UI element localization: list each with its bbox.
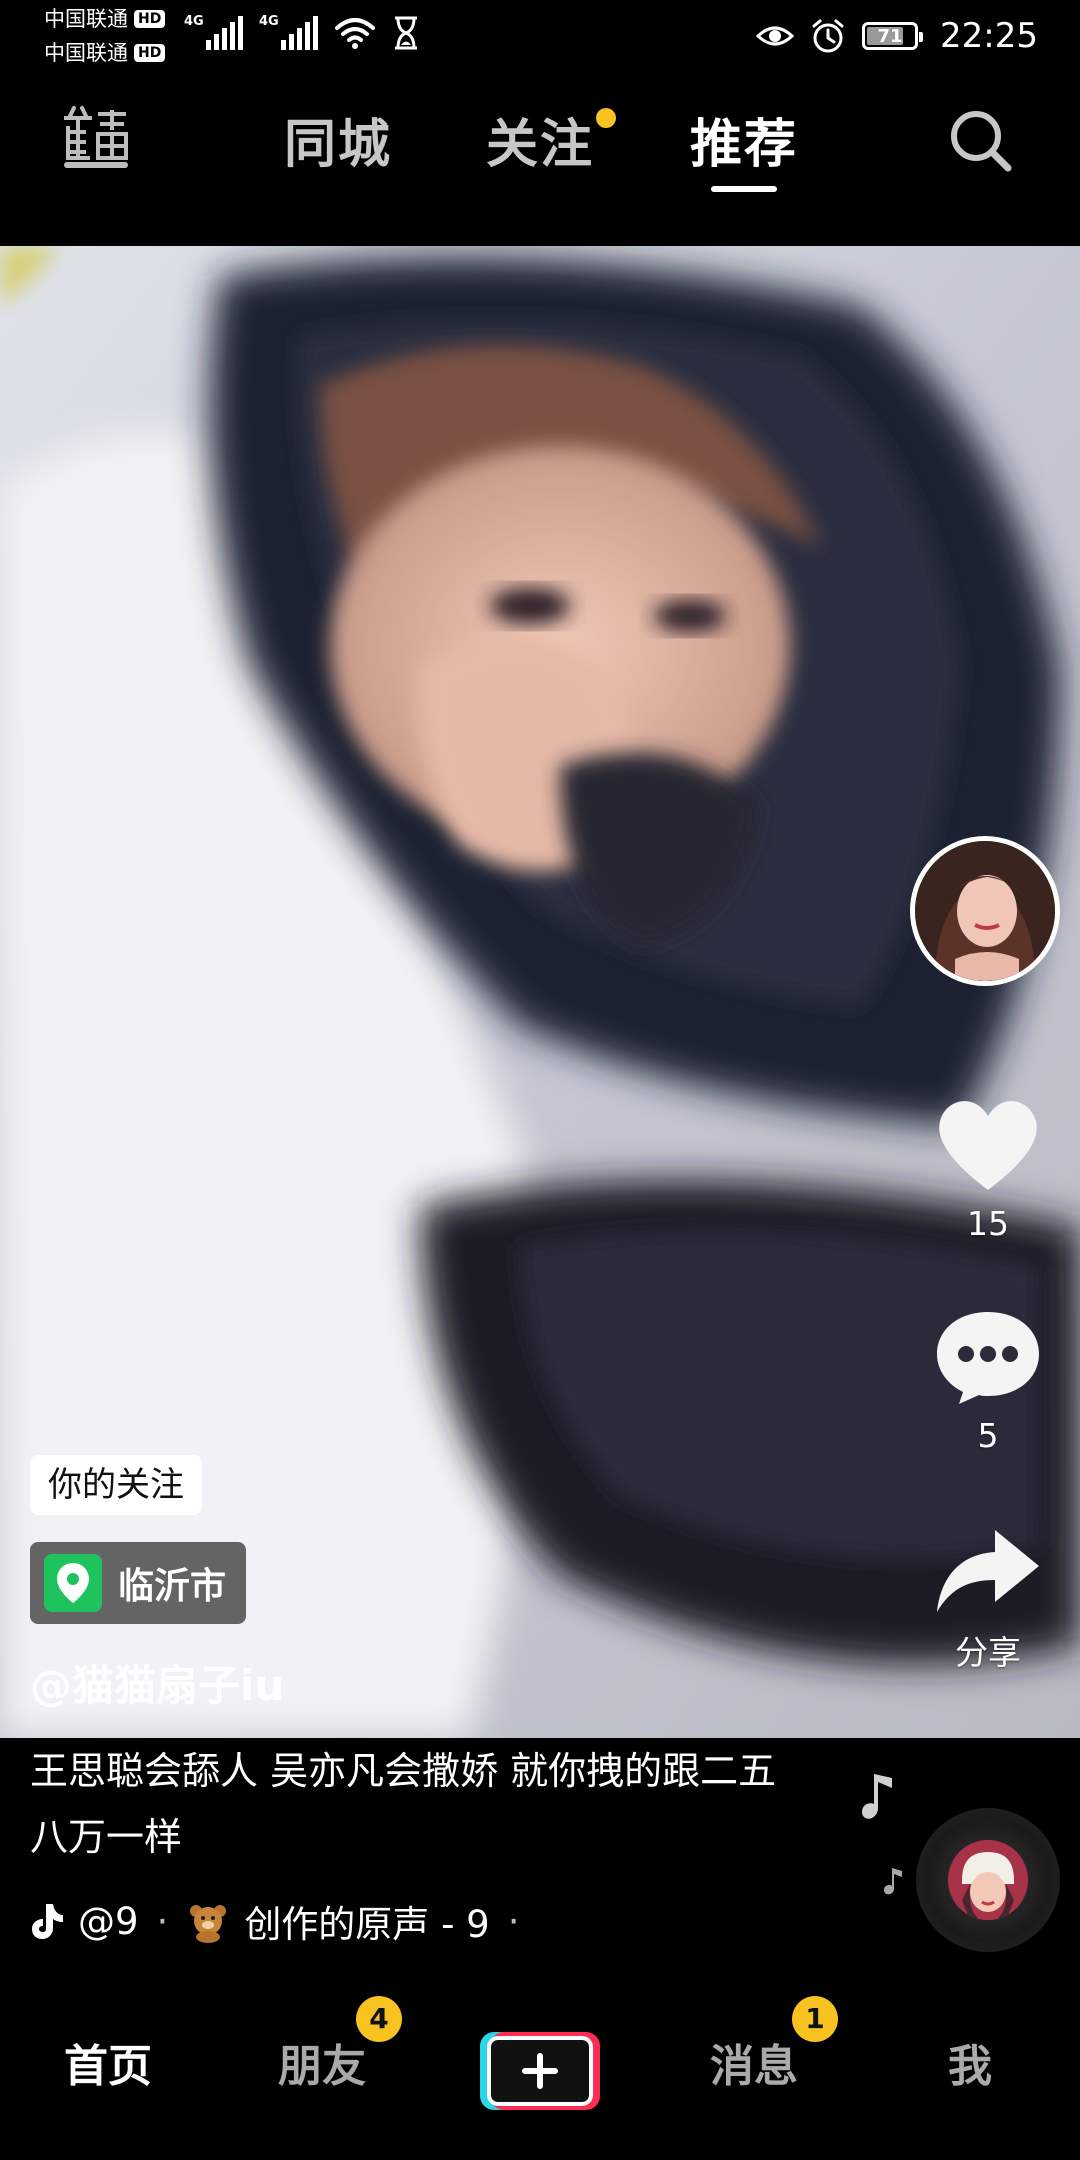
like-action[interactable]: 15	[920, 1094, 1056, 1243]
comment-icon[interactable]	[933, 1306, 1043, 1406]
carrier-1: 中国联通 HD	[44, 6, 166, 32]
tab-friends[interactable]: 朋友	[278, 2030, 366, 2094]
carrier-1-name: 中国联通	[44, 7, 128, 31]
tab-recommend[interactable]: 推荐	[690, 102, 798, 177]
location-pin-icon	[44, 1554, 102, 1612]
battery-level: 71	[877, 25, 903, 47]
status-bar: 中国联通 HD 中国联通 HD 4G 4G 71 22:25	[0, 0, 1080, 72]
location-name: 临沂市	[118, 1566, 227, 1607]
music-author: @9	[78, 1899, 139, 1943]
like-count: 15	[967, 1204, 1009, 1243]
signal-icon: 4G	[184, 14, 243, 50]
search-icon[interactable]	[946, 106, 1014, 174]
create-button[interactable]	[480, 2032, 600, 2110]
douyin-screen: 中国联通 HD 中国联通 HD 4G 4G 71 22:25 同城 关注 推荐 …	[0, 0, 1080, 2160]
music-notes-icon	[862, 1774, 902, 1895]
tab-home[interactable]: 首页	[64, 2030, 152, 2094]
carrier-2-name: 中国联通	[44, 41, 128, 65]
share-label: 分享	[955, 1633, 1021, 1672]
share-icon[interactable]	[933, 1526, 1043, 1616]
carrier-2: 中国联通 HD	[44, 40, 166, 66]
music-row[interactable]: @9 · 创作的原声 - 9 ·	[30, 1894, 524, 1948]
tab-following[interactable]: 关注	[486, 102, 594, 177]
plus-icon	[522, 2053, 558, 2089]
following-new-dot	[596, 108, 616, 128]
share-action[interactable]: 分享	[920, 1526, 1056, 1674]
status-time: 22:25	[940, 16, 1038, 56]
alarm-icon	[812, 19, 844, 53]
tiktok-note-icon	[32, 1904, 63, 1939]
avatar[interactable]	[910, 836, 1060, 986]
comment-action[interactable]: 5	[920, 1306, 1056, 1455]
battery-icon: 71	[862, 22, 924, 50]
bottom-tab-bar: 首页 朋友 4 消息 1 我	[0, 1984, 1080, 2160]
right-status: 71 22:25	[756, 12, 1038, 60]
music-separator: ·	[156, 1899, 169, 1943]
network-type-1: 4G	[184, 14, 204, 29]
messages-badge: 1	[792, 1996, 838, 2042]
hd-badge: HD	[134, 44, 166, 62]
hd-badge: HD	[134, 10, 166, 28]
eye-icon	[756, 26, 795, 46]
avatar-image	[915, 841, 1055, 981]
network-type-2: 4G	[259, 14, 279, 29]
music-disc[interactable]	[916, 1808, 1060, 1952]
location-chip[interactable]: 临沂市	[30, 1542, 247, 1624]
signal-icon: 4G	[259, 14, 318, 50]
wifi-icon	[335, 18, 375, 49]
create-button-core	[487, 2036, 593, 2106]
tab-messages[interactable]: 消息	[710, 2030, 798, 2094]
hourglass-icon	[395, 16, 417, 50]
comment-count: 5	[977, 1416, 999, 1455]
author-name[interactable]: @猫猫扇子iu	[30, 1652, 284, 1713]
bear-emoji-icon	[190, 1905, 227, 1943]
top-nav: 同城 关注 推荐	[0, 92, 1080, 202]
signal-group: 4G 4G	[184, 14, 420, 50]
video-caption: 王思聪会舔人 吴亦凡会撒娇 就你拽的跟二五八万一样	[30, 1749, 777, 1859]
music-title: 创作的原声 - 9	[244, 1903, 490, 1946]
friends-badge: 4	[356, 1996, 402, 2042]
active-tab-indicator	[711, 186, 777, 192]
following-tag: 你的关注	[30, 1455, 202, 1515]
heart-icon[interactable]	[933, 1094, 1043, 1194]
music-trailing-dot: ·	[507, 1899, 520, 1943]
tab-city[interactable]: 同城	[284, 102, 392, 177]
live-icon[interactable]	[60, 102, 132, 174]
tab-me[interactable]: 我	[948, 2030, 992, 2094]
music-cover-icon	[948, 1840, 1028, 1920]
